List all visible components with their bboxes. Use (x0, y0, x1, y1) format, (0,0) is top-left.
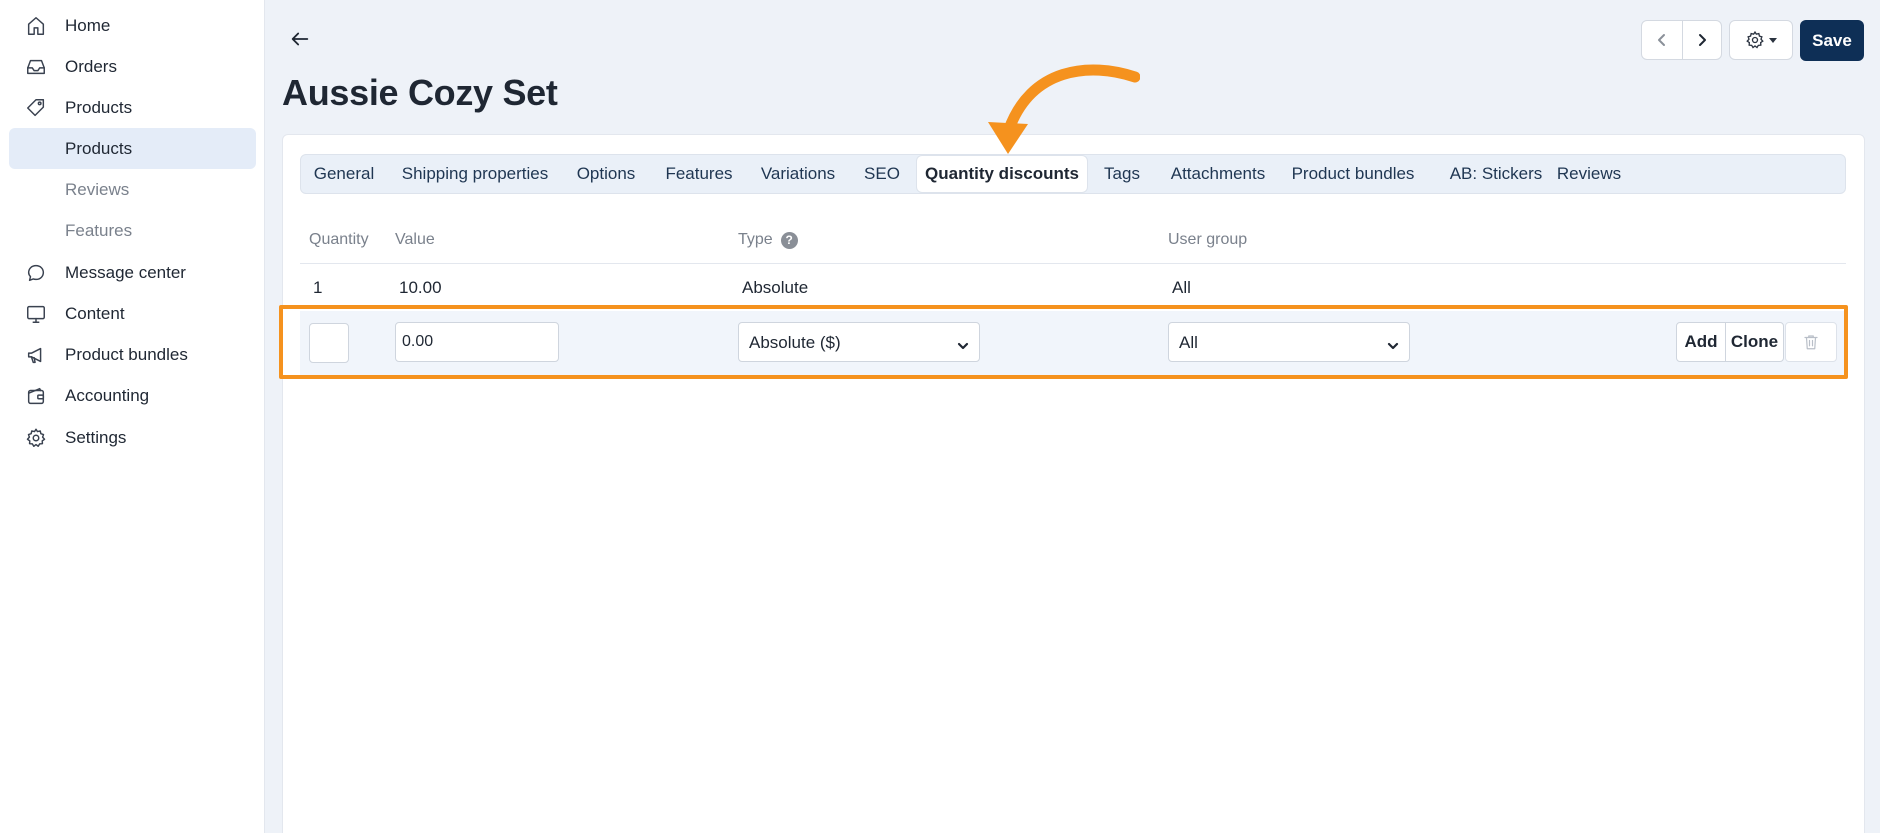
sidebar-item-label: Product bundles (65, 344, 188, 364)
chevron-down-icon (957, 337, 969, 350)
sidebar-item-home[interactable]: Home (9, 5, 256, 46)
chevron-down-icon (1387, 337, 1399, 350)
home-icon (24, 14, 48, 38)
header-divider (300, 263, 1846, 264)
arrow-left-icon (291, 32, 309, 46)
column-header-user-group: User group (1168, 231, 1248, 248)
sidebar-item-label: Message center (65, 262, 186, 282)
monitor-icon (24, 302, 48, 326)
row-value: 10.00 (399, 278, 442, 297)
inbox-icon (24, 55, 48, 79)
tab-shipping-properties[interactable]: Shipping properties (396, 155, 554, 193)
sidebar-item-accounting[interactable]: Accounting (9, 375, 256, 416)
sidebar-item-label: Orders (65, 56, 117, 76)
clone-button[interactable]: Clone (1725, 323, 1783, 361)
sidebar-item-label: Features (65, 220, 133, 240)
wallet-icon (24, 384, 48, 408)
chevron-right-icon (1698, 34, 1706, 46)
row-action-group: Add Clone (1676, 322, 1784, 362)
tab-variations[interactable]: Variations (754, 155, 842, 193)
column-header-value: Value (395, 231, 435, 248)
sidebar-item-content[interactable]: Content (9, 293, 256, 334)
user-group-select-value: All (1179, 333, 1198, 352)
tab-general[interactable]: General (306, 155, 382, 193)
gear-icon (24, 426, 48, 450)
content-card (282, 134, 1865, 833)
gear-icon (1746, 30, 1764, 49)
delete-button[interactable] (1785, 322, 1837, 362)
row-user-group: All (1172, 278, 1191, 297)
row-type: Absolute (742, 278, 809, 297)
sidebar-item-label: Settings (65, 427, 127, 447)
row-quantity: 1 (313, 278, 323, 297)
sidebar-item-settings[interactable]: Settings (9, 417, 256, 458)
save-button[interactable]: Save (1800, 20, 1864, 61)
tab-attachments[interactable]: Attachments (1162, 155, 1274, 193)
sidebar-subitem-features[interactable]: Features (9, 210, 256, 251)
settings-dropdown-button[interactable] (1729, 20, 1793, 60)
sidebar: Home Orders Products Products Reviews Fe… (0, 0, 265, 833)
back-button[interactable] (285, 24, 315, 54)
megaphone-icon (24, 343, 48, 367)
tab-tags[interactable]: Tags (1096, 155, 1148, 193)
sidebar-item-label: Products (65, 97, 133, 117)
tab-features[interactable]: Features (658, 155, 740, 193)
tab-reviews[interactable]: Reviews (1556, 155, 1622, 193)
tab-quantity-discounts[interactable]: Quantity discounts (916, 155, 1088, 193)
user-group-select[interactable]: All (1168, 322, 1410, 362)
chat-icon (24, 261, 48, 285)
caret-down-icon (1769, 37, 1777, 43)
quantity-input[interactable] (309, 323, 349, 363)
type-select[interactable]: Absolute ($) (738, 322, 980, 362)
sidebar-subitem-reviews[interactable]: Reviews (9, 169, 256, 210)
tab-options[interactable]: Options (568, 155, 644, 193)
next-button[interactable] (1681, 21, 1722, 59)
pager (1641, 20, 1722, 60)
tab-seo[interactable]: SEO (856, 155, 908, 193)
sidebar-item-label: Home (65, 15, 111, 35)
tab-ab-stickers[interactable]: AB: Stickers (1438, 155, 1554, 193)
page-title: Aussie Cozy Set (282, 72, 558, 113)
sidebar-item-label: Products (65, 138, 133, 158)
type-select-value: Absolute ($) (749, 333, 841, 352)
value-input[interactable]: 0.00 (395, 322, 559, 362)
sidebar-item-product-bundles[interactable]: Product bundles (9, 334, 256, 375)
chevron-left-icon (1657, 34, 1665, 46)
sidebar-item-message-center[interactable]: Message center (9, 252, 256, 293)
column-header-quantity: Quantity (309, 231, 369, 248)
tab-product-bundles[interactable]: Product bundles (1288, 155, 1418, 193)
sidebar-subitem-products[interactable]: Products (9, 128, 256, 169)
add-button[interactable]: Add (1677, 323, 1725, 361)
trash-icon (1804, 335, 1818, 350)
previous-button[interactable] (1642, 21, 1682, 59)
sidebar-item-label: Content (65, 303, 125, 323)
sidebar-item-label: Accounting (65, 385, 150, 405)
column-header-type: Type? (738, 231, 798, 249)
sidebar-item-products[interactable]: Products (9, 87, 256, 128)
sidebar-item-label: Reviews (65, 179, 130, 199)
sidebar-item-orders[interactable]: Orders (9, 46, 256, 87)
help-icon[interactable]: ? (780, 231, 798, 249)
tag-icon (24, 96, 48, 120)
